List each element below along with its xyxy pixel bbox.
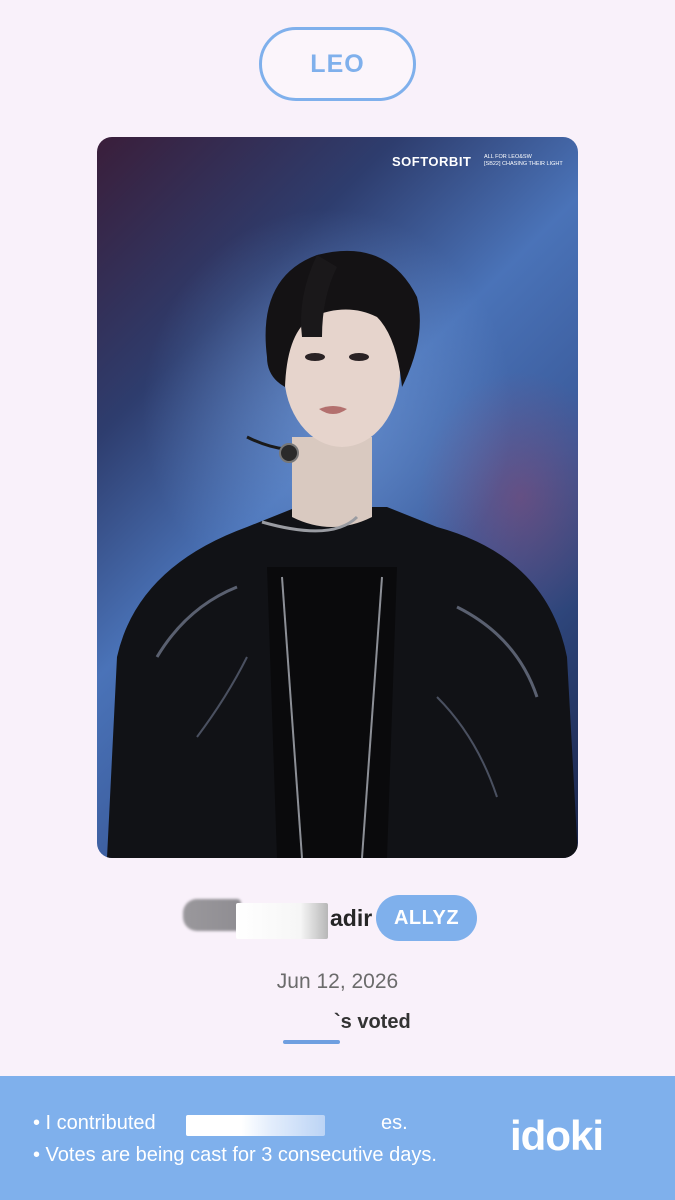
consecutive-days-line: • Votes are being cast for 3 consecutive… [33,1144,437,1166]
voted-text: `s voted [334,1011,411,1033]
team-badge: ALLYZ [376,895,477,941]
watermark-tagline: ALL FOR LEO&SW [SB22] CHASING THEIR LIGH… [484,154,574,168]
footer-banner: • I contributed es. • Votes are being ca… [0,1076,675,1200]
person-photo-icon [107,250,578,858]
watermark-tagline-1: ALL FOR LEO&SW [484,154,532,160]
voted-line: `s voted [0,1010,675,1050]
member-name-pill[interactable]: LEO [259,27,416,101]
redacted-username [236,903,328,939]
voter-row: adir ALLYZ [0,895,675,943]
watermark-brand: SOFTORBIT [392,154,472,169]
avatar [183,899,241,931]
member-photo: SOFTORBIT ALL FOR LEO&SW [SB22] CHASING … [97,137,578,858]
redacted-voter [283,1040,340,1044]
watermark-tagline-2: [SB22] CHASING THEIR LIGHT [484,161,563,167]
redacted-amount [186,1115,325,1136]
idoki-logo: idoki [510,1112,604,1159]
contribution-suffix: es. [381,1112,408,1134]
contribution-prefix: • I contributed [33,1112,156,1134]
vote-date: Jun 12, 2026 [276,970,399,993]
user-name: adir [330,905,373,931]
